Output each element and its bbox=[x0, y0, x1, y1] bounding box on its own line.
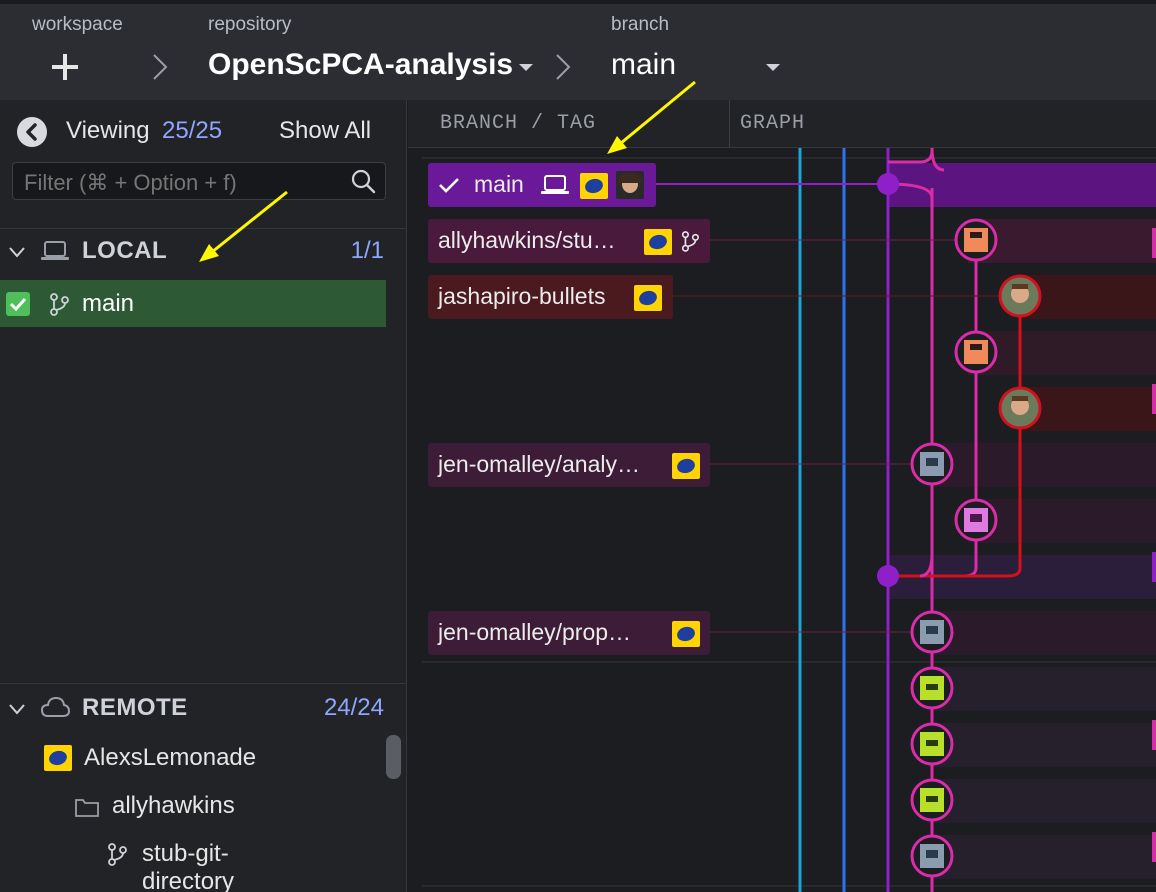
branch-icon bbox=[50, 293, 69, 316]
folder-icon bbox=[75, 799, 99, 817]
commit-graph bbox=[422, 148, 1156, 892]
column-headers: BRANCH / TAG GRAPH bbox=[408, 100, 1156, 148]
commit-avatar bbox=[954, 218, 998, 262]
chevron-down-icon[interactable] bbox=[8, 243, 26, 261]
checkbox-checked-icon[interactable] bbox=[6, 292, 30, 316]
commit-avatar bbox=[910, 610, 954, 654]
commit-avatar bbox=[910, 778, 954, 822]
commit-avatar bbox=[954, 330, 998, 374]
top-bar: workspace repository OpenScPCA-analysis … bbox=[0, 0, 1156, 100]
remote-item-label: allyhawkins bbox=[112, 792, 235, 819]
cloud-icon bbox=[40, 696, 70, 717]
commit-node bbox=[877, 565, 899, 587]
breadcrumb-chevron-icon bbox=[556, 54, 571, 80]
column-header-branch-tag[interactable]: BRANCH / TAG bbox=[440, 112, 596, 135]
lane-pink-top bbox=[888, 148, 934, 164]
local-branch-main[interactable]: main bbox=[0, 280, 386, 327]
local-section-count: 1/1 bbox=[350, 237, 384, 264]
branch-name[interactable]: main bbox=[611, 48, 676, 82]
annotation-arrow bbox=[199, 190, 288, 262]
branch-dropdown-icon[interactable] bbox=[766, 64, 780, 71]
commit-avatar bbox=[998, 274, 1042, 318]
commit-graph-panel: BRANCH / TAG GRAPH main allyhawkins/stu… bbox=[408, 100, 1156, 892]
remote-section-title: REMOTE bbox=[82, 694, 188, 721]
commit-avatar bbox=[910, 834, 954, 878]
viewing-count: 25/25 bbox=[162, 117, 223, 144]
remote-section-header[interactable]: REMOTE 24/24 bbox=[0, 683, 406, 731]
repository-label: repository bbox=[208, 14, 292, 35]
local-section-title: LOCAL bbox=[82, 237, 168, 264]
repository-name[interactable]: OpenScPCA-analysis bbox=[208, 48, 513, 82]
commit-avatar bbox=[910, 722, 954, 766]
search-icon bbox=[351, 169, 376, 194]
show-all-button[interactable]: Show All bbox=[279, 117, 371, 145]
commit-avatar bbox=[910, 442, 954, 486]
branch-icon bbox=[108, 843, 127, 866]
scrollbar-thumb[interactable] bbox=[386, 735, 401, 779]
column-divider[interactable] bbox=[729, 100, 730, 148]
commit-avatar bbox=[910, 666, 954, 710]
github-icon bbox=[44, 745, 72, 771]
laptop-icon bbox=[41, 241, 69, 260]
column-header-graph[interactable]: GRAPH bbox=[740, 112, 805, 135]
annotation-arrow bbox=[607, 80, 696, 154]
commit-avatar bbox=[998, 386, 1042, 430]
remote-item-label: stub-git-directory bbox=[142, 840, 235, 892]
branch-label: branch bbox=[611, 14, 670, 35]
repository-dropdown-icon[interactable] bbox=[519, 64, 533, 71]
viewing-label: Viewing bbox=[66, 117, 150, 144]
local-branch-label: main bbox=[82, 290, 135, 317]
commit-node bbox=[877, 173, 899, 195]
chevron-down-icon[interactable] bbox=[8, 700, 26, 718]
back-icon[interactable] bbox=[17, 117, 47, 147]
breadcrumb-chevron-icon bbox=[153, 54, 168, 80]
remote-item-label: AlexsLemonade bbox=[84, 744, 257, 771]
commit-avatar bbox=[954, 498, 998, 542]
workspace-label: workspace bbox=[32, 14, 123, 35]
remote-section-count: 24/24 bbox=[323, 694, 384, 721]
add-workspace-icon[interactable] bbox=[48, 50, 82, 84]
